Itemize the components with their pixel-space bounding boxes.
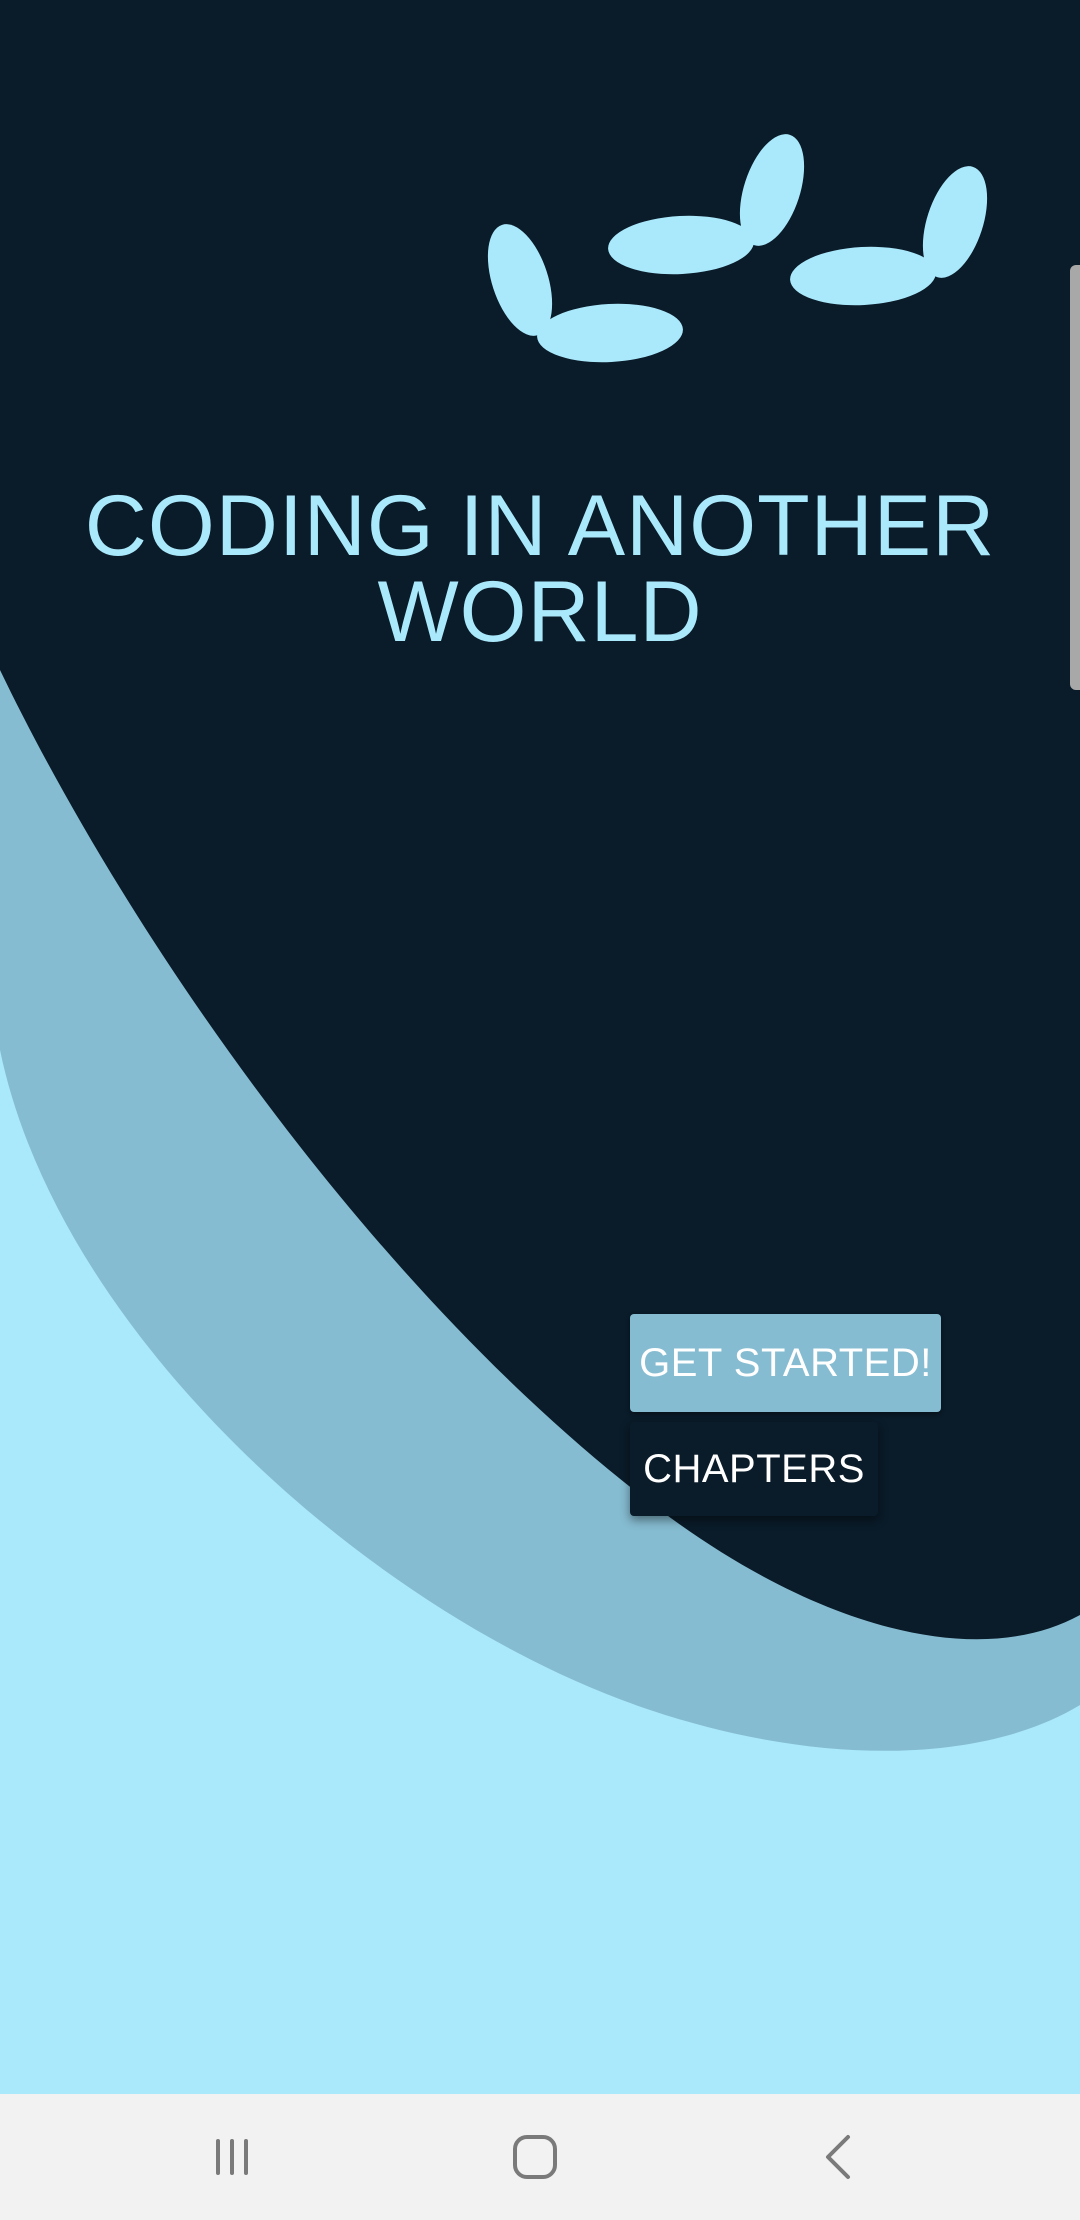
back-icon	[826, 2135, 850, 2179]
nav-recent-apps-button[interactable]	[152, 2094, 312, 2220]
recent-apps-icon	[216, 2139, 248, 2175]
home-icon	[513, 2135, 557, 2179]
nav-back-button[interactable]	[758, 2094, 918, 2220]
scroll-indicator[interactable]	[1070, 265, 1080, 690]
app-screen: CODING IN ANOTHER WORLD GET STARTED! CHA…	[0, 0, 1080, 2220]
app-title: CODING IN ANOTHER WORLD	[84, 478, 996, 660]
system-navigation-bar	[0, 2094, 1080, 2220]
background-waves	[0, 0, 1080, 2094]
nav-home-button[interactable]	[455, 2094, 615, 2220]
chapters-button[interactable]: CHAPTERS	[630, 1422, 878, 1516]
get-started-button[interactable]: GET STARTED!	[630, 1314, 941, 1412]
